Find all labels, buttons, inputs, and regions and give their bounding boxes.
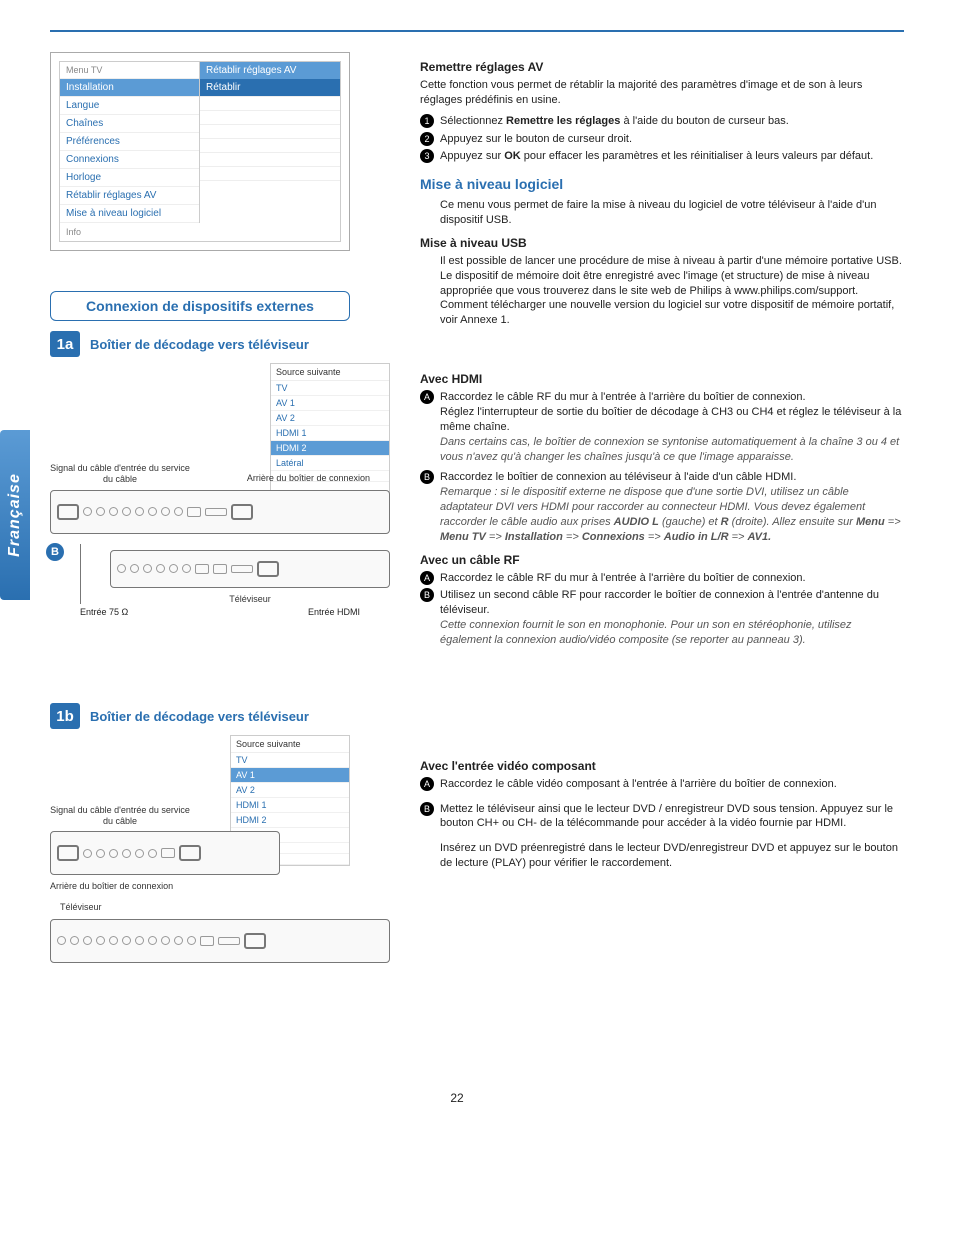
badge-b-icon: B bbox=[46, 543, 64, 561]
step-number-icon: 2 bbox=[420, 132, 434, 146]
step-title-1a: Boîtier de décodage vers téléviseur bbox=[90, 337, 309, 352]
composant-title: Avec l'entrée vidéo composant bbox=[420, 759, 904, 773]
composant-p: Insérez un DVD préenregistré dans le lec… bbox=[440, 841, 904, 871]
menu-item: Rétablir réglages AV bbox=[60, 187, 199, 205]
menu-item: Préférences bbox=[60, 133, 199, 151]
composant-b: Mettez le téléviseur ainsi que le lecteu… bbox=[440, 802, 904, 832]
badge-b-icon: B bbox=[420, 802, 434, 816]
step-badge-1a: 1a bbox=[50, 331, 80, 357]
rf-a: Raccordez le câble RF du mur à l'entrée … bbox=[440, 571, 904, 586]
tv-rear-1b bbox=[50, 919, 390, 963]
hdmi-b: Raccordez le boîtier de connexion au tél… bbox=[440, 470, 904, 544]
hdmi-a: Raccordez le câble RF du mur à l'entrée … bbox=[440, 390, 904, 464]
menu-item: Horloge bbox=[60, 169, 199, 187]
usb-body: Il est possible de lancer une procédure … bbox=[440, 254, 904, 328]
page-number: 22 bbox=[10, 1091, 904, 1105]
menu-info: Info bbox=[60, 223, 340, 241]
tv-label-1a: Téléviseur bbox=[110, 594, 390, 605]
step-number-icon: 3 bbox=[420, 149, 434, 163]
hdmi-title: Avec HDMI bbox=[420, 372, 904, 386]
badge-b-icon: B bbox=[420, 588, 434, 602]
badge-a-icon: A bbox=[420, 390, 434, 404]
cable-box-rear bbox=[50, 490, 390, 534]
badge-a-icon: A bbox=[420, 571, 434, 585]
language-tab: Française bbox=[0, 430, 30, 600]
rf-b: Utilisez un second câble RF pour raccord… bbox=[440, 588, 904, 647]
signal-label-1b: Signal du câble d'entrée du service du c… bbox=[50, 805, 190, 827]
signal-label-1a: Signal du câble d'entrée du service du c… bbox=[50, 463, 190, 485]
step-badge-1b: 1b bbox=[50, 703, 80, 729]
section-heading: Connexion de dispositifs externes bbox=[50, 291, 350, 321]
tv-menu-screenshot: Menu TV Installation Langue Chaînes Préf… bbox=[50, 52, 350, 251]
menu-item: Connexions bbox=[60, 151, 199, 169]
maj-title: Mise à niveau logiciel bbox=[420, 176, 904, 192]
hdmi-in-label: Entrée HDMI bbox=[308, 607, 360, 617]
remettre-intro: Cette fonction vous permet de rétablir l… bbox=[420, 78, 904, 108]
badge-b-icon: B bbox=[420, 470, 434, 484]
cable-box-rear-1b bbox=[50, 831, 280, 875]
step-title-1b: Boîtier de décodage vers téléviseur bbox=[90, 709, 309, 724]
menu-item: Chaînes bbox=[60, 115, 199, 133]
in75-label: Entrée 75 Ω bbox=[80, 607, 128, 617]
remettre-step2: Appuyez sur le bouton de curseur droit. bbox=[440, 132, 904, 147]
tv-rear bbox=[110, 550, 390, 588]
remettre-step3: Appuyez sur OK pour effacer les paramètr… bbox=[440, 149, 904, 164]
back-label-1b: Arrière du boîtier de connexion bbox=[50, 881, 390, 892]
maj-intro: Ce menu vous permet de faire la mise à n… bbox=[440, 198, 904, 228]
rf-title: Avec un câble RF bbox=[420, 553, 904, 567]
tv-label-1b: Téléviseur bbox=[60, 902, 390, 913]
remettre-title: Remettre réglages AV bbox=[420, 60, 904, 74]
badge-a-icon: A bbox=[420, 777, 434, 791]
language-tab-label: Française bbox=[6, 473, 24, 557]
menu-item: Langue bbox=[60, 97, 199, 115]
menu-right-title: Rétablir réglages AV bbox=[200, 62, 340, 79]
menu-item: Mise à niveau logiciel bbox=[60, 205, 199, 223]
menu-item: Installation bbox=[60, 79, 199, 97]
menu-right-item: Rétablir bbox=[200, 79, 340, 97]
step-number-icon: 1 bbox=[420, 114, 434, 128]
usb-title: Mise à niveau USB bbox=[420, 236, 904, 250]
remettre-step1: Sélectionnez Remettre les réglages à l'a… bbox=[440, 114, 904, 129]
composant-a: Raccordez le câble vidéo composant à l'e… bbox=[440, 777, 904, 792]
menu-header: Menu TV bbox=[60, 62, 199, 79]
